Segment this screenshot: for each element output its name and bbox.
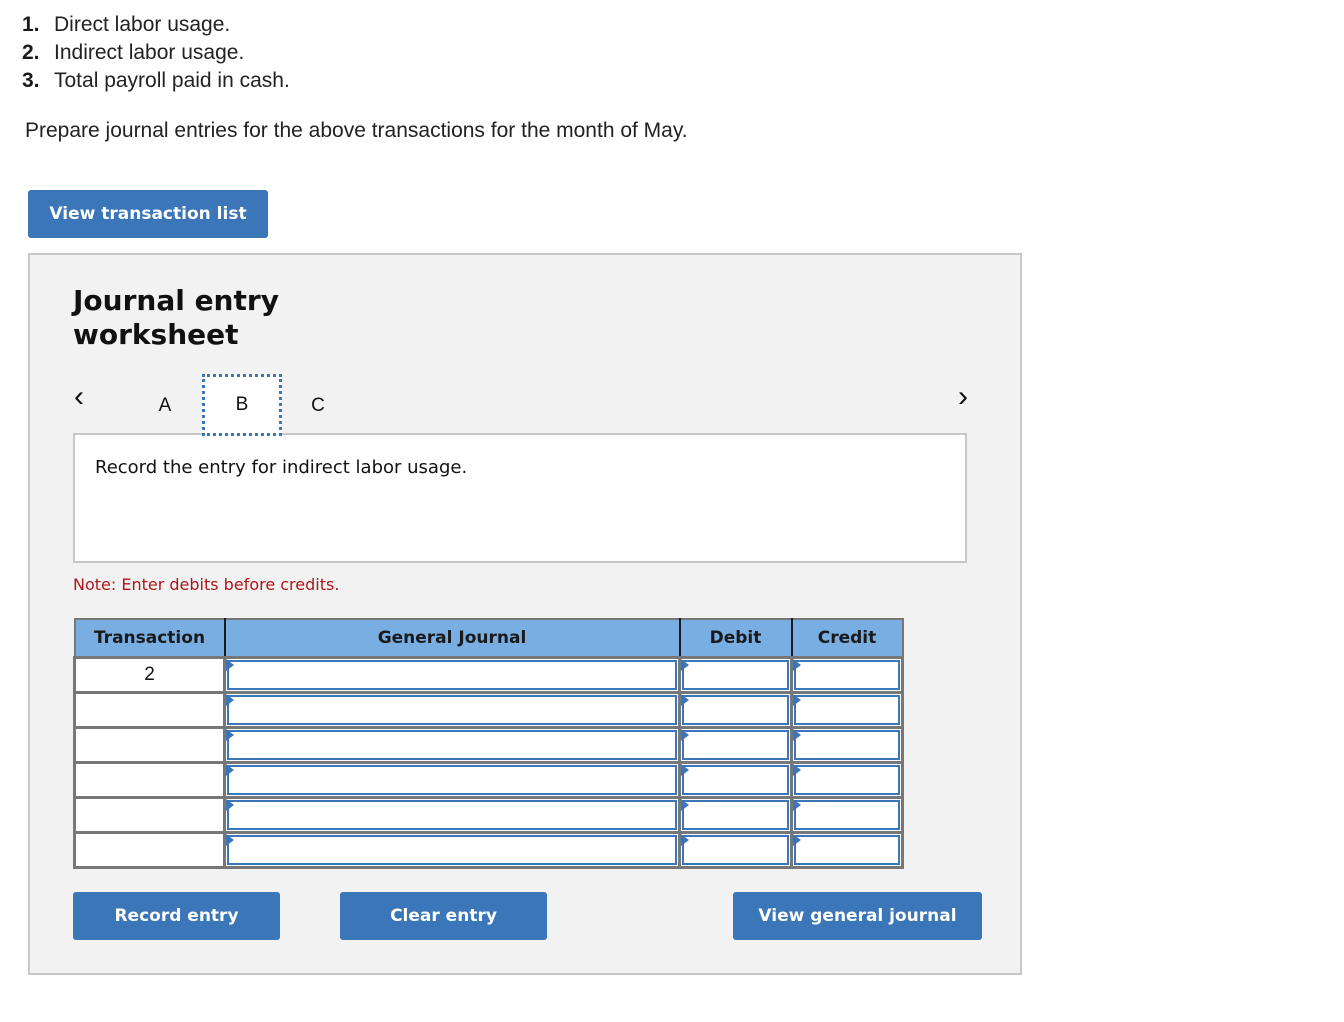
question-number: 2. — [22, 41, 40, 64]
cell-marker-icon — [793, 834, 801, 846]
table-header-row: Transaction General Journal Debit Credit — [73, 618, 904, 659]
cell-marker-icon — [681, 764, 689, 776]
view-transaction-list-button[interactable]: View transaction list — [28, 190, 268, 238]
debit-cell — [678, 796, 793, 834]
transaction-cell — [73, 761, 226, 799]
credit-cell — [790, 656, 904, 694]
instruction-text: Record the entry for indirect labor usag… — [95, 457, 468, 478]
chevron-right-icon[interactable]: › — [958, 380, 968, 414]
debit-cell — [678, 726, 793, 764]
debit-input[interactable] — [682, 835, 789, 865]
transaction-cell — [73, 831, 226, 869]
cell-marker-icon — [793, 729, 801, 741]
general-journal-cell — [223, 691, 681, 729]
question-text: Direct labor usage. — [54, 13, 231, 36]
credit-input[interactable] — [794, 730, 900, 760]
question-item: 2. Indirect labor usage. — [22, 39, 290, 67]
question-text: Indirect labor usage. — [54, 41, 245, 64]
table-row — [73, 691, 904, 729]
table-row — [73, 726, 904, 764]
credit-input[interactable] — [794, 800, 900, 830]
cell-marker-icon — [226, 659, 234, 671]
cell-marker-icon — [681, 694, 689, 706]
worksheet-title: Journal entry worksheet — [73, 284, 279, 351]
prompt-text: Prepare journal entries for the above tr… — [25, 119, 688, 142]
credit-cell — [790, 691, 904, 729]
general-journal-dropdown[interactable] — [227, 835, 677, 865]
question-number: 1. — [22, 13, 40, 36]
question-list: 1. Direct labor usage. 2. Indirect labor… — [22, 11, 290, 95]
debit-input[interactable] — [682, 730, 789, 760]
credit-cell — [790, 761, 904, 799]
tab-c[interactable]: C — [278, 377, 358, 435]
credit-cell — [790, 726, 904, 764]
question-number: 3. — [22, 69, 40, 92]
question-text: Total payroll paid in cash. — [54, 69, 290, 92]
cell-marker-icon — [226, 799, 234, 811]
debit-input[interactable] — [682, 660, 789, 690]
transaction-cell: 2 — [73, 656, 226, 694]
cell-marker-icon — [226, 694, 234, 706]
credit-input[interactable] — [794, 835, 900, 865]
tab-b[interactable]: B — [202, 374, 282, 436]
debit-input[interactable] — [682, 765, 789, 795]
instruction-box: Record the entry for indirect labor usag… — [73, 433, 967, 563]
note-text: Note: Enter debits before credits. — [73, 575, 340, 594]
debit-cell — [678, 831, 793, 869]
question-item: 3. Total payroll paid in cash. — [22, 67, 290, 95]
general-journal-cell — [223, 761, 681, 799]
transaction-cell — [73, 691, 226, 729]
journal-table: Transaction General Journal Debit Credit… — [73, 618, 904, 869]
general-journal-cell — [223, 796, 681, 834]
cell-marker-icon — [793, 799, 801, 811]
cell-marker-icon — [793, 659, 801, 671]
credit-cell — [790, 796, 904, 834]
debit-cell — [678, 656, 793, 694]
header-credit: Credit — [790, 618, 904, 659]
table-row — [73, 796, 904, 834]
cell-marker-icon — [793, 694, 801, 706]
general-journal-dropdown[interactable] — [227, 765, 677, 795]
general-journal-dropdown[interactable] — [227, 695, 677, 725]
general-journal-dropdown[interactable] — [227, 660, 677, 690]
debit-cell — [678, 691, 793, 729]
general-journal-cell — [223, 831, 681, 869]
journal-entry-worksheet: Journal entry worksheet ‹ A B C › Record… — [28, 253, 1022, 975]
cell-marker-icon — [226, 764, 234, 776]
chevron-left-icon[interactable]: ‹ — [74, 380, 84, 414]
question-item: 1. Direct labor usage. — [22, 11, 290, 39]
cell-marker-icon — [793, 764, 801, 776]
table-row: 2 — [73, 656, 904, 694]
general-journal-dropdown[interactable] — [227, 730, 677, 760]
general-journal-cell — [223, 656, 681, 694]
cell-marker-icon — [681, 659, 689, 671]
credit-input[interactable] — [794, 765, 900, 795]
table-row — [73, 831, 904, 869]
clear-entry-button[interactable]: Clear entry — [340, 892, 547, 940]
credit-input[interactable] — [794, 660, 900, 690]
cell-marker-icon — [681, 834, 689, 846]
transaction-cell — [73, 796, 226, 834]
cell-marker-icon — [681, 799, 689, 811]
tab-a[interactable]: A — [125, 377, 205, 435]
credit-input[interactable] — [794, 695, 900, 725]
transaction-cell — [73, 726, 226, 764]
view-general-journal-button[interactable]: View general journal — [733, 892, 982, 940]
general-journal-dropdown[interactable] — [227, 800, 677, 830]
cell-marker-icon — [226, 729, 234, 741]
debit-input[interactable] — [682, 800, 789, 830]
debit-input[interactable] — [682, 695, 789, 725]
cell-marker-icon — [681, 729, 689, 741]
debit-cell — [678, 761, 793, 799]
header-general-journal: General Journal — [223, 618, 681, 659]
table-row — [73, 761, 904, 799]
header-debit: Debit — [678, 618, 793, 659]
credit-cell — [790, 831, 904, 869]
record-entry-button[interactable]: Record entry — [73, 892, 280, 940]
general-journal-cell — [223, 726, 681, 764]
cell-marker-icon — [226, 834, 234, 846]
header-transaction: Transaction — [73, 618, 226, 659]
